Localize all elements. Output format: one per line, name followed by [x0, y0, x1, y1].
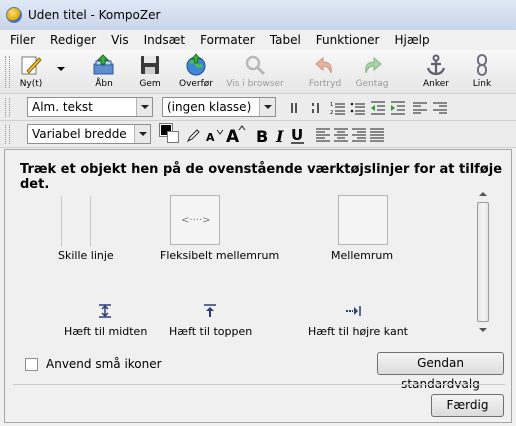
- space-label: Mellemrum: [331, 249, 394, 262]
- align-right-lines-icon[interactable]: [432, 100, 448, 116]
- text-color-picker[interactable]: [159, 123, 180, 144]
- toolbar-grip[interactable]: [5, 56, 10, 88]
- app-window: Uden titel - KompoZer Filer Rediger Vis …: [0, 0, 516, 426]
- toolbar-grip[interactable]: [5, 98, 10, 117]
- palette-item-spring-top[interactable]: [203, 304, 217, 318]
- dialog-divider: [13, 384, 505, 385]
- title-bar: Uden titel - KompoZer: [0, 0, 516, 30]
- link-button[interactable]: Link: [462, 53, 502, 93]
- spring-right-label: Hæft til højre kant: [308, 325, 408, 338]
- spring-top-icon: [204, 304, 216, 317]
- spring-center-icon: [99, 304, 111, 318]
- restore-defaults-button[interactable]: Gendan standardvalg: [377, 352, 504, 391]
- undo-arrow-icon: [313, 53, 337, 77]
- italic-button[interactable]: I: [274, 125, 288, 146]
- customize-toolbar-panel: Træk et objekt hen på de ovenstående vær…: [4, 149, 512, 423]
- anchor-button[interactable]: Anker: [416, 53, 456, 93]
- spring-center-label: Hæft til midten: [64, 325, 148, 338]
- font-smaller-icon[interactable]: A: [206, 127, 224, 144]
- save-button[interactable]: Gem: [130, 53, 170, 93]
- menu-funktioner[interactable]: Funktioner: [316, 33, 380, 47]
- numbered-list-icon[interactable]: 12: [330, 100, 346, 116]
- align-justify-icon[interactable]: [369, 127, 385, 143]
- magnifier-icon: [243, 53, 267, 77]
- scroll-up-arrow-icon[interactable]: [479, 192, 487, 196]
- svg-text:A: A: [226, 127, 240, 144]
- align-right-icon[interactable]: [351, 127, 367, 143]
- chain-link-icon: [470, 53, 494, 77]
- toolbar-item-palette: Skille linje <····> Fleksibelt mellemrum…: [13, 186, 495, 339]
- svg-text:2: 2: [330, 110, 333, 116]
- publish-button[interactable]: Overfør: [176, 53, 216, 93]
- flexible-space-label: Fleksibelt mellemrum: [160, 249, 280, 262]
- undo-button[interactable]: Fortryd: [305, 53, 345, 93]
- menu-formater[interactable]: Formater: [200, 33, 255, 47]
- anchor-icon: [424, 53, 448, 77]
- indent-icon[interactable]: [390, 100, 406, 116]
- align-center-icon[interactable]: [333, 127, 349, 143]
- browse-button[interactable]: Vis i browser: [226, 53, 284, 93]
- font-larger-icon[interactable]: A: [226, 124, 246, 147]
- separator-label: Skille linje: [58, 249, 114, 262]
- dl-list-icon[interactable]: [310, 100, 326, 116]
- bullet-list-icon[interactable]: [350, 100, 366, 116]
- svg-text:1: 1: [330, 102, 333, 108]
- paragraph-style-select[interactable]: Alm. tekst: [27, 97, 153, 117]
- menu-filer[interactable]: Filer: [10, 33, 35, 47]
- class-select[interactable]: (ingen klasse): [162, 97, 276, 117]
- chevron-down-icon: [134, 125, 150, 143]
- scroll-thumb[interactable]: [477, 202, 489, 322]
- chevron-down-icon: [136, 98, 152, 116]
- menu-vis[interactable]: Vis: [111, 33, 129, 47]
- small-icons-checkbox[interactable]: [25, 358, 38, 371]
- globe-upload-icon: [184, 53, 208, 77]
- underline-button[interactable]: U: [290, 125, 306, 145]
- palette-item-flexible-space[interactable]: <····>: [170, 195, 220, 245]
- svg-text:U: U: [291, 126, 303, 144]
- font-select[interactable]: Variabel bredde: [27, 124, 151, 144]
- highlight-brush-icon[interactable]: [185, 127, 201, 143]
- new-button[interactable]: Ny(t): [11, 53, 51, 93]
- align-left-icon[interactable]: [315, 127, 331, 143]
- ordered-list-icon[interactable]: [290, 100, 306, 116]
- chevron-down-icon: [259, 98, 275, 116]
- open-button[interactable]: Åbn: [84, 53, 124, 93]
- spring-top-label: Hæft til toppen: [169, 325, 253, 338]
- palette-scrollbar[interactable]: [476, 188, 490, 336]
- scroll-down-arrow-icon[interactable]: [479, 328, 487, 332]
- menu-indsaet[interactable]: Indsæt: [144, 33, 186, 47]
- menu-hjaelp[interactable]: Hjælp: [395, 33, 430, 47]
- toolbar-grip[interactable]: [5, 125, 10, 144]
- format-toolbar-1: Alm. tekst (ingen klasse) 12: [0, 94, 516, 121]
- palette-item-spring-center[interactable]: [98, 304, 112, 318]
- menu-tabel[interactable]: Tabel: [270, 33, 301, 47]
- svg-text:B: B: [256, 127, 268, 145]
- menu-bar: Filer Rediger Vis Indsæt Formater Tabel …: [0, 30, 516, 49]
- background-color-swatch: [167, 131, 179, 143]
- palette-item-separator[interactable]: [61, 196, 91, 246]
- flexible-space-arrows-icon: <····>: [181, 215, 211, 226]
- small-icons-label: Anvend små ikoner: [46, 357, 162, 371]
- pencil-icon: [19, 53, 43, 77]
- redo-button[interactable]: Gentag: [352, 53, 392, 93]
- new-dropdown-arrow[interactable]: [57, 67, 65, 71]
- spring-right-icon: [346, 306, 361, 316]
- outdent-icon[interactable]: [370, 100, 386, 116]
- kompozer-app-icon: [6, 7, 22, 23]
- window-title: Uden titel - KompoZer: [28, 8, 161, 22]
- composition-toolbar: Ny(t) Åbn Gem Overfør Vis i browser Fort…: [0, 50, 516, 94]
- redo-arrow-icon: [360, 53, 384, 77]
- svg-text:I: I: [275, 127, 284, 145]
- palette-item-spring-right[interactable]: [345, 305, 361, 317]
- palette-item-space[interactable]: [338, 195, 388, 245]
- open-folder-icon: [92, 53, 116, 77]
- format-toolbar-2: Variabel bredde A A B I U: [0, 121, 516, 148]
- done-button[interactable]: Færdig: [431, 394, 504, 417]
- bold-button[interactable]: B: [255, 125, 271, 146]
- svg-text:A: A: [206, 131, 215, 143]
- menu-rediger[interactable]: Rediger: [50, 33, 96, 47]
- floppy-disk-icon: [138, 53, 162, 77]
- align-left-lines-icon[interactable]: [412, 100, 428, 116]
